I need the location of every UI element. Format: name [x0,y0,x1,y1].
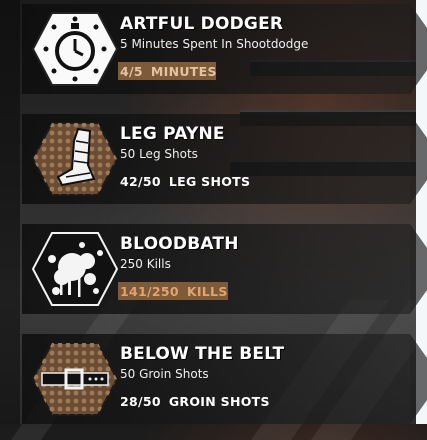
achievement-card-below-the-belt[interactable]: BELOW THE BELT 50 Groin Shots 28/50 GROIN… [22,334,427,424]
belt-icon [32,341,118,417]
card-arrow [410,334,427,424]
blood-splatter-icon [32,231,118,307]
achievement-description: 5 Minutes Spent In Shootdodge [120,37,309,51]
progress-unit: MINUTES [150,64,217,79]
progress-unit: KILLS [186,284,228,299]
achievement-description: 50 Leg Shots [120,147,198,161]
progress-count: 28/50 [120,394,161,409]
progress-count: 141/250 [120,284,179,299]
achievement-progress: 28/50 GROIN SHOTS [120,394,270,409]
card-arrow [410,224,427,314]
achievement-card-bloodbath[interactable]: BLOODBATH 250 Kills 141/250 KILLS [22,224,427,314]
progress-unit: LEG SHOTS [168,174,251,189]
card-arrow [410,114,427,204]
card-arrow [410,4,427,94]
stopwatch-icon [32,11,118,87]
achievement-title: ARTFUL DODGER [120,14,284,34]
achievement-title: BLOODBATH [120,234,239,254]
progress-count: 4/5 [120,64,143,79]
achievement-progress: 42/50 LEG SHOTS [120,174,250,189]
achievement-title: LEG PAYNE [120,124,225,144]
achievement-progress: 4/5 MINUTES [118,62,217,80]
achievement-card-leg-payne[interactable]: LEG PAYNE 50 Leg Shots 42/50 LEG SHOTS [22,114,427,204]
achievement-description: 50 Groin Shots [120,367,209,381]
progress-count: 42/50 [120,174,161,189]
achievement-card-artful-dodger[interactable]: ARTFUL DODGER 5 Minutes Spent In Shootdo… [22,4,427,94]
left-edge-shade [0,0,20,424]
progress-unit: GROIN SHOTS [168,394,270,409]
achievement-description: 250 Kills [120,257,171,271]
achievement-title: BELOW THE BELT [120,344,285,364]
achievement-progress: 141/250 KILLS [118,282,228,300]
bandaged-leg-icon [32,121,118,197]
